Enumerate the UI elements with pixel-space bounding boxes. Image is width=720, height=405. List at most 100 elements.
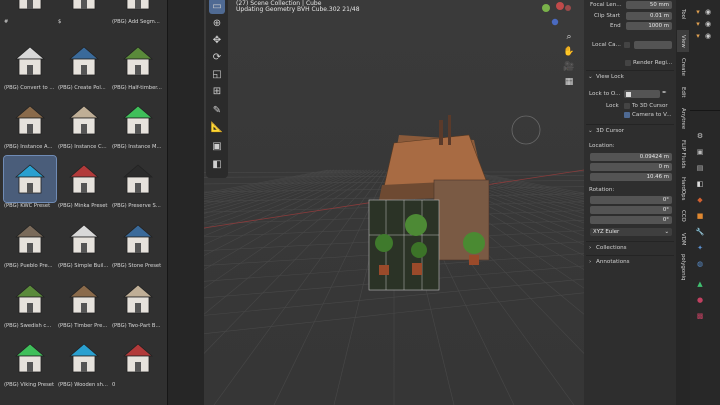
asset-item[interactable]: (PBG) Wooden sh... <box>58 335 110 388</box>
asset-item[interactable]: (PBG) Instance A... <box>4 97 56 150</box>
navigation-gizmo[interactable] <box>538 0 578 28</box>
sidebar-tab[interactable]: HardOps <box>677 176 689 202</box>
rot-y-field[interactable]: 0° <box>590 206 672 214</box>
asset-item[interactable]: (PBG) Create Pol... <box>58 38 110 91</box>
sidebar-tab[interactable]: Tool <box>677 2 689 26</box>
asset-thumbnail <box>4 0 56 18</box>
sidebar-tab[interactable]: View <box>677 30 689 52</box>
lock-to-cursor-checkbox[interactable] <box>624 103 630 109</box>
sidebar-tab[interactable]: VDM <box>677 230 689 248</box>
object-icon[interactable]: ▾ <box>694 20 702 28</box>
asset-item[interactable]: (PBG) Instance M... <box>112 97 164 150</box>
loc-z-field[interactable]: 10.46 m <box>590 173 672 181</box>
modifier-icon[interactable]: 🔧 <box>696 228 705 236</box>
collections-header[interactable]: Collections <box>596 245 627 251</box>
clip-end-field[interactable]: 1000 m <box>626 22 672 30</box>
camera-to-view-checkbox[interactable] <box>624 112 630 118</box>
move-tool-icon[interactable]: ✥ <box>209 32 225 48</box>
asset-item[interactable]: # <box>4 0 56 25</box>
to-3d-cursor-label: To 3D Cursor <box>632 103 668 109</box>
cursor-chevron-icon[interactable]: ⌄ <box>588 128 593 134</box>
scene-props-icon[interactable]: ◆ <box>696 196 704 204</box>
local-camera-checkbox[interactable] <box>624 42 630 48</box>
render-props-icon[interactable]: ▣ <box>696 148 704 156</box>
sidebar-tab-label: polygoniq <box>680 253 686 281</box>
cursor-tool-icon[interactable]: ⊕ <box>209 15 225 31</box>
measure-tool-icon[interactable]: 📐 <box>209 119 225 135</box>
asset-item[interactable]: (PBG) Timber Pre... <box>58 276 110 329</box>
particles-icon[interactable]: ✦ <box>696 244 704 252</box>
asset-thumbnail <box>3 155 57 203</box>
sidebar-view-panel: Focal Len... 50 mm Clip Start 0.01 m End… <box>584 0 676 405</box>
asset-item[interactable]: (PBG) Swedish c... <box>4 276 56 329</box>
sidebar-tab[interactable]: CCO <box>677 207 689 225</box>
loc-x-field[interactable]: 0.09424 m <box>590 153 672 161</box>
output-props-icon[interactable]: ▤ <box>696 164 704 172</box>
data-props-icon[interactable]: ▲ <box>696 280 704 288</box>
view-lock-header[interactable]: View Lock <box>596 74 624 80</box>
asset-thumbnail <box>112 276 164 322</box>
view-layer-icon[interactable]: ◧ <box>696 180 704 188</box>
add-cube-tool-icon[interactable]: ▣ <box>209 138 225 154</box>
asset-item[interactable]: (PBG) Preserve S... <box>112 156 164 209</box>
physics-icon[interactable]: ◍ <box>696 260 704 268</box>
sidebar-tab[interactable]: FLIP Fluids <box>677 136 689 172</box>
eyedropper-icon[interactable]: ✒ <box>662 90 667 96</box>
asset-item[interactable]: (PBG) KWC Preset <box>3 155 57 209</box>
visibility-icon[interactable]: ◉ <box>704 8 712 16</box>
local-camera-field[interactable] <box>634 41 672 49</box>
visibility-icon[interactable]: ◉ <box>704 20 712 28</box>
sidebar-tab[interactable]: polygoniq <box>677 252 689 282</box>
focal-length-field[interactable]: 50 mm <box>626 1 672 9</box>
asset-label: (PBG) Stone Preset <box>112 263 162 269</box>
object-props-icon[interactable]: ■ <box>696 212 704 220</box>
asset-item[interactable]: 0 <box>112 335 164 388</box>
zoom-icon[interactable]: ⌕ <box>562 30 576 44</box>
view-lock-chevron-icon[interactable]: ⌄ <box>588 74 593 80</box>
extra-tool-icon[interactable]: ◧ <box>209 156 225 172</box>
render-region-checkbox[interactable] <box>625 60 631 66</box>
asset-item[interactable]: (PBG) Stone Preset <box>112 216 164 269</box>
rot-z-field[interactable]: 0° <box>590 216 672 224</box>
annotations-chevron-icon[interactable]: › <box>589 259 591 265</box>
cursor-header[interactable]: 3D Cursor <box>596 128 624 134</box>
material-icon[interactable]: ● <box>696 296 704 304</box>
perspective-toggle-icon[interactable]: ▦ <box>562 75 576 89</box>
object-icon[interactable]: ▾ <box>694 8 702 16</box>
annotate-tool-icon[interactable]: ✎ <box>209 102 225 118</box>
asset-item[interactable]: $ <box>58 0 110 25</box>
asset-item[interactable]: (PBG) Convert to ... <box>4 38 56 91</box>
pan-hand-icon[interactable]: ✋ <box>562 45 576 59</box>
asset-item[interactable]: (PBG) Minka Preset <box>58 156 110 209</box>
loc-y-field[interactable]: 0 m <box>590 163 672 171</box>
visibility-icon[interactable]: ◉ <box>704 32 712 40</box>
rot-x-field[interactable]: 0° <box>590 196 672 204</box>
rotate-tool-icon[interactable]: ⟳ <box>209 49 225 65</box>
texture-icon[interactable]: ▩ <box>696 312 704 320</box>
asset-thumbnail <box>4 276 56 322</box>
sidebar-tab[interactable]: Create <box>677 55 689 79</box>
lock-to-object-field[interactable] <box>624 90 660 98</box>
camera-view-icon[interactable]: 🎥 <box>562 60 576 74</box>
object-icon[interactable]: ▾ <box>694 32 702 40</box>
transform-tool-icon[interactable]: ⊞ <box>209 83 225 99</box>
asset-item[interactable]: (PBG) Instance C... <box>58 97 110 150</box>
rotation-mode-dropdown[interactable]: XYZ Euler ⌄ <box>590 228 672 236</box>
sidebar-tab-label: Anytree <box>680 108 686 130</box>
asset-item[interactable]: (PBG) Half-timber... <box>112 38 164 91</box>
asset-item[interactable]: (PBG) Pueblo Pre... <box>4 216 56 269</box>
asset-browser-border <box>168 0 204 405</box>
select-box-tool-icon[interactable]: ▭ <box>209 0 225 14</box>
asset-item[interactable]: (PBG) Two-Part B... <box>112 276 164 329</box>
collections-chevron-icon[interactable]: › <box>589 245 591 251</box>
asset-item[interactable]: (PBG) Viking Preset <box>4 335 56 388</box>
sidebar-tab[interactable]: Anytree <box>677 106 689 132</box>
asset-item[interactable]: (PBG) Simple Buil... <box>58 216 110 269</box>
asset-item[interactable]: (PBG) Add Segm... <box>112 0 164 25</box>
scale-tool-icon[interactable]: ◱ <box>209 66 225 82</box>
sidebar-tab[interactable]: Edit <box>677 82 689 102</box>
3d-viewport[interactable] <box>204 0 584 405</box>
annotations-header[interactable]: Annotations <box>596 259 630 265</box>
tool-props-icon[interactable]: ⚙ <box>696 132 704 140</box>
clip-start-field[interactable]: 0.01 m <box>626 12 672 20</box>
